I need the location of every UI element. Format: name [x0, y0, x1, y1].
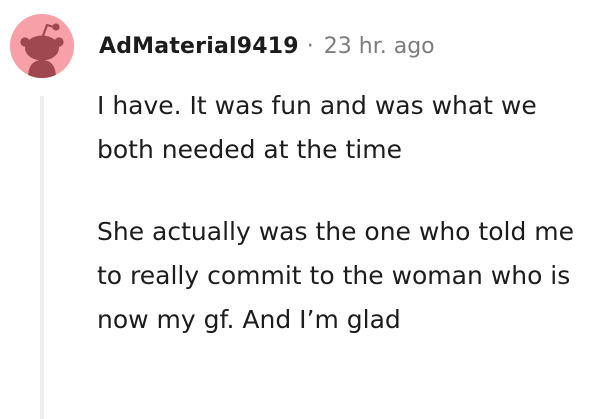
meta-separator: ·: [306, 33, 314, 59]
comment: AdMaterial9419 · 23 hr. ago I have. It w…: [0, 0, 599, 419]
username-link[interactable]: AdMaterial9419: [99, 34, 299, 59]
timestamp[interactable]: 23 hr. ago: [324, 34, 435, 59]
thread-line[interactable]: [40, 96, 44, 419]
comment-body: I have. It was fun and was what we both …: [97, 84, 587, 342]
comment-paragraph-2: She actually was the one who told me to …: [97, 217, 575, 334]
comment-paragraph-1: I have. It was fun and was what we both …: [97, 91, 537, 164]
reddit-snoo-avatar-icon: [10, 14, 74, 78]
comment-meta: AdMaterial9419 · 23 hr. ago: [99, 28, 435, 64]
user-avatar[interactable]: [10, 14, 74, 78]
